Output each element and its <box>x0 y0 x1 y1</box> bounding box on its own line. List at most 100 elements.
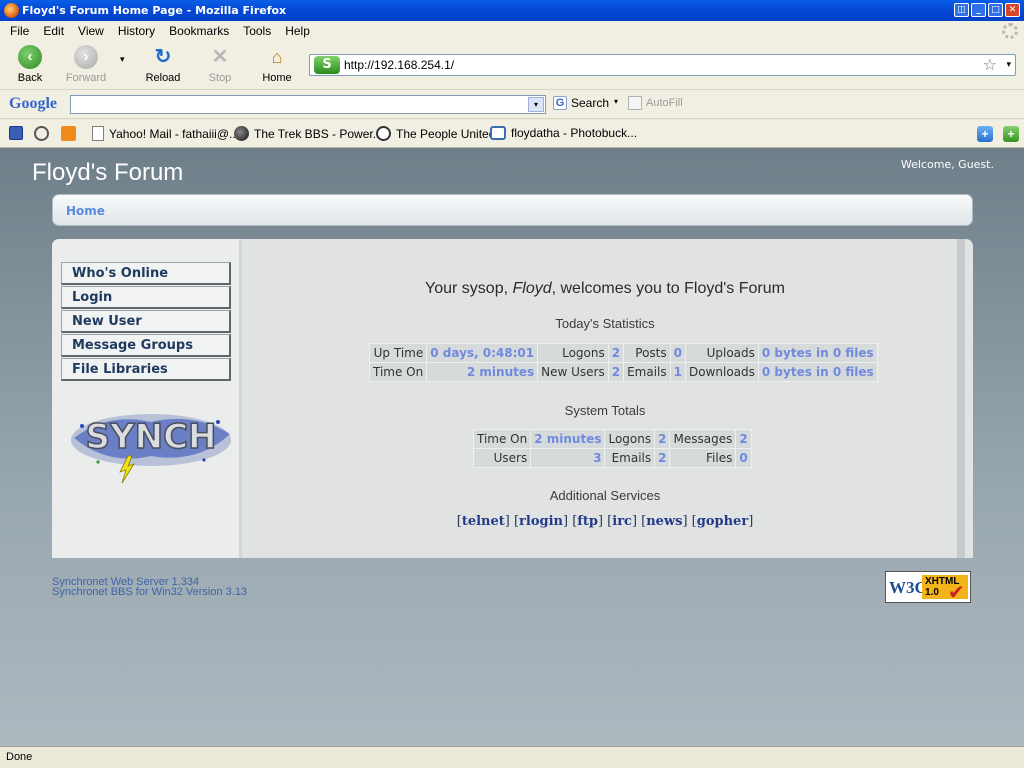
forward-button[interactable]: › Forward <box>61 45 111 84</box>
checkmark-icon: ✔ <box>948 580 965 604</box>
stat-label: Messages <box>670 430 736 448</box>
sidebar-item-whos-online[interactable]: Who's Online <box>61 262 231 285</box>
stat-value-link[interactable]: 2 <box>608 363 624 381</box>
service-link-telnet[interactable]: telnet <box>462 514 505 529</box>
window-titlebar: Floyd's Forum Home Page - Mozilla Firefo… <box>0 0 1024 21</box>
sidebar-item-file-libraries[interactable]: File Libraries <box>61 358 231 381</box>
menu-bookmarks[interactable]: Bookmarks <box>162 24 236 38</box>
w3c-xhtml-badge[interactable]: W3C XHTML 1.0 ✔ <box>885 571 971 604</box>
menu-tools[interactable]: Tools <box>236 24 278 38</box>
stat-value-link[interactable]: 0 <box>736 449 751 467</box>
system-totals-title: System Totals <box>564 403 646 418</box>
stat-label: Emails <box>605 449 655 467</box>
table-row: Time On 2 minutes New Users 2 Emails 1 D… <box>370 363 877 381</box>
maximize-button[interactable]: □ <box>988 3 1003 17</box>
service-link-ftp[interactable]: ftp <box>577 514 598 529</box>
stat-label: Time On <box>370 363 427 381</box>
stat-value-link[interactable]: 0 <box>670 344 685 362</box>
autofill-button[interactable]: AutoFill <box>628 96 683 110</box>
table-row: Up Time 0 days, 0:48:01 Logons 2 Posts 0… <box>370 344 877 362</box>
service-link-rlogin[interactable]: rlogin <box>519 514 563 529</box>
sysop-name: Floyd <box>512 280 552 297</box>
stat-label: Time On <box>474 430 531 448</box>
stat-value-link[interactable]: 2 <box>736 430 751 448</box>
service-link-gopher[interactable]: gopher <box>697 514 748 529</box>
stat-value-link[interactable]: 0 bytes in 0 files <box>758 363 877 381</box>
add-feed-icon[interactable]: + <box>1003 126 1019 142</box>
google-logo[interactable]: Google <box>9 95 57 113</box>
stat-label: Downloads <box>686 363 758 381</box>
bookmark-star-icon[interactable]: ☆ <box>983 55 997 75</box>
menu-edit[interactable]: Edit <box>36 24 71 38</box>
people-united-icon <box>376 126 391 141</box>
window-controls: ◫ _ □ ✕ <box>954 3 1020 17</box>
autofill-label: AutoFill <box>646 97 683 109</box>
back-button[interactable]: ‹ Back <box>5 45 55 84</box>
google-search-button[interactable]: G Search <box>553 96 609 110</box>
search-options-dropdown-icon[interactable]: ▾ <box>614 97 618 106</box>
bookmarks-toolbar: Yahoo! Mail - fathaiii@... The Trek BBS … <box>0 120 1024 148</box>
home-button[interactable]: ⌂ Home <box>252 45 302 84</box>
stat-value-link[interactable]: 2 <box>608 344 624 362</box>
service-link-news[interactable]: news <box>646 514 682 529</box>
stop-label: Stop <box>208 72 232 84</box>
rss-icon <box>61 126 76 141</box>
bookmark-label: Yahoo! Mail - fathaiii@... <box>109 126 240 141</box>
url-text[interactable]: http://192.168.254.1/ <box>344 55 454 75</box>
stat-value-link[interactable]: 2 minutes <box>531 430 605 448</box>
stat-value-link[interactable]: 1 <box>670 363 685 381</box>
stat-value-link[interactable]: 3 <box>531 449 605 467</box>
stat-value-link[interactable]: 2 <box>655 449 670 467</box>
sidebar-item-login[interactable]: Login <box>61 286 231 309</box>
system-totals-table: Time On 2 minutes Logons 2 Messages 2 Us… <box>473 429 752 468</box>
reload-label: Reload <box>145 72 181 84</box>
google-search-input[interactable]: ▾ <box>70 95 546 114</box>
menu-history[interactable]: History <box>111 24 162 38</box>
history-dropdown-icon[interactable]: ▾ <box>120 55 125 65</box>
welcome-headline: Your sysop, Floyd, welcomes you to Floyd… <box>245 280 965 298</box>
breadcrumb-home-link[interactable]: Home <box>66 204 105 218</box>
sidebar-item-new-user[interactable]: New User <box>61 310 231 333</box>
main-panel: Who's Online Login New User Message Grou… <box>52 239 973 558</box>
stop-button[interactable]: ✕ Stop <box>195 45 245 84</box>
google-search-label: Search <box>571 96 610 110</box>
menu-file[interactable]: File <box>3 24 36 38</box>
additional-services-title: Additional Services <box>549 488 661 503</box>
search-history-dropdown-icon[interactable]: ▾ <box>528 97 544 112</box>
footer-bbs-link[interactable]: Synchronet BBS for Win32 Version 3.13 <box>52 586 247 598</box>
stat-label: Posts <box>624 344 670 362</box>
sidebar-item-message-groups[interactable]: Message Groups <box>61 334 231 357</box>
rss-button[interactable] <box>61 126 76 141</box>
address-bar[interactable]: S http://192.168.254.1/ ☆ ▾ <box>309 54 1016 76</box>
bookmark-photobucket[interactable]: floydatha - Photobuck... <box>490 126 637 140</box>
restore-icon[interactable]: ◫ <box>954 3 969 17</box>
service-link-irc[interactable]: irc <box>612 514 632 529</box>
forward-label: Forward <box>65 72 107 84</box>
stat-label: Emails <box>624 363 670 381</box>
menu-view[interactable]: View <box>71 24 111 38</box>
bookmark-trek-bbs[interactable]: The Trek BBS - Power... <box>234 126 383 141</box>
stat-label: Up Time <box>370 344 427 362</box>
minimize-button[interactable]: _ <box>971 3 986 17</box>
menu-bar: File Edit View History Bookmarks Tools H… <box>0 21 1024 41</box>
url-dropdown-icon[interactable]: ▾ <box>1006 55 1011 75</box>
home-icon: ⌂ <box>271 47 283 67</box>
bookmark-people-united[interactable]: The People United <box>376 126 495 141</box>
add-bookmark-icon[interactable]: + <box>977 126 993 142</box>
close-button[interactable]: ✕ <box>1005 3 1020 17</box>
reload-button[interactable]: ↻ Reload <box>138 45 188 84</box>
menu-help[interactable]: Help <box>278 24 317 38</box>
synch-logo: SYNCH <box>71 414 231 484</box>
window-title: Floyd's Forum Home Page - Mozilla Firefo… <box>22 4 287 17</box>
history-sidebar-button[interactable] <box>34 126 49 141</box>
bookmark-yahoo-mail[interactable]: Yahoo! Mail - fathaiii@... <box>92 126 239 141</box>
bookmarks-sidebar-button[interactable] <box>9 126 23 140</box>
stat-value-link[interactable]: 2 <box>655 430 670 448</box>
stat-value-link[interactable]: 2 minutes <box>427 363 538 381</box>
table-row: Time On 2 minutes Logons 2 Messages 2 <box>474 430 751 448</box>
bookmark-label: The People United <box>396 126 496 141</box>
logo-text: SYNCH <box>86 417 217 457</box>
trek-bbs-icon <box>234 126 249 141</box>
stat-value-link[interactable]: 0 days, 0:48:01 <box>427 344 538 362</box>
stat-value-link[interactable]: 0 bytes in 0 files <box>758 344 877 362</box>
